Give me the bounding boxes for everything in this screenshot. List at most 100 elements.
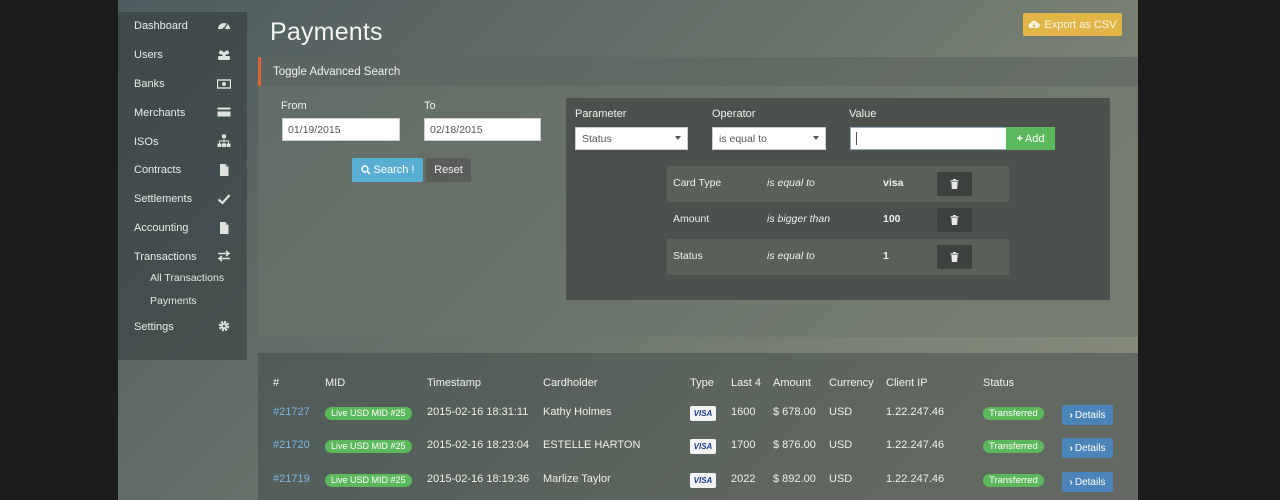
operator-select-value: is equal to [719,132,767,145]
sidebar-item-settlements[interactable]: Settlements [118,185,247,214]
chevron-right-icon: › [1069,476,1073,488]
column-header: Status [983,377,1015,389]
trash-icon [950,252,959,262]
payment-id-link[interactable]: #21719 [273,463,310,496]
table-row: #21720 Live USD MID #25 2015-02-16 18:23… [258,429,1138,462]
export-csv-button[interactable]: Export as CSV [1023,13,1122,36]
search-button[interactable]: Search ! [352,158,423,182]
currency-cell: USD [829,473,853,485]
sidebar-item-label: Merchants [134,106,186,119]
sidebar-item-contracts[interactable]: Contracts [118,156,247,185]
sidebar-item-dashboard[interactable]: Dashboard [118,12,247,41]
chevron-down-icon [675,136,681,140]
column-header: Last 4 [731,377,761,389]
export-csv-label: Export as CSV [1044,18,1117,31]
amount-cell: $ 678.00 [773,406,816,418]
gear-icon [218,320,230,332]
last4-cell: 1700 [731,439,756,451]
page-title: Payments [270,18,383,46]
criteria-row: Card Type is equal to visa [667,166,1009,202]
criteria-value: visa [883,177,904,189]
currency-cell: USD [829,406,853,418]
details-button-label: Details [1074,442,1106,454]
sidebar-item-label: Settlements [134,193,193,206]
sidebar-item-users[interactable]: Users [118,41,247,70]
value-label: Value [849,108,877,120]
parameter-select-value: Status [582,132,612,145]
operator-label: Operator [712,108,756,120]
criteria-field: Amount [673,213,710,225]
add-criteria-button[interactable]: + Add [1006,127,1055,150]
details-button[interactable]: › Details [1062,438,1113,458]
delete-criteria-button[interactable] [937,208,972,232]
advanced-search-box: Parameter Status Operator is equal to Va… [566,98,1110,300]
criteria-row: Amount is bigger than 100 [667,202,1009,238]
to-label: To [424,100,436,112]
column-header: Amount [773,377,811,389]
criteria-value: 1 [883,250,889,262]
delete-criteria-button[interactable] [937,245,972,269]
parameter-select[interactable]: Status [575,127,688,150]
table-row: #21719 Live USD MID #25 2015-02-16 18:19… [258,463,1138,496]
chevron-right-icon: › [1069,409,1073,421]
payments-table: # MID Timestamp Cardholder Type Last 4 A… [258,353,1138,500]
sidebar-item-banks[interactable]: Banks [118,70,247,99]
search-button-label: Search ! [373,164,415,176]
status-badge: Transferred [983,474,1044,487]
column-header: Currency [829,377,874,389]
money-icon [217,78,231,89]
criteria-operator: is equal to [767,177,815,189]
criteria-value: 100 [883,213,901,225]
chevron-down-icon [813,136,819,140]
visa-card-icon: VISA [690,406,716,421]
sidebar-item-label: Accounting [134,221,189,234]
sidebar-item-label: Contracts [134,164,182,177]
sidebar-item-isos[interactable]: ISOs [118,127,247,156]
plus-icon: + [1016,132,1023,145]
cardholder-cell: Marlize Taylor [543,473,611,485]
details-button[interactable]: › Details [1062,472,1113,492]
sidebar: Dashboard Users Banks Merchants ISOs Con… [118,12,247,360]
sidebar-item-merchants[interactable]: Merchants [118,98,247,127]
from-date-input[interactable]: 01/19/2015 [282,118,400,141]
text-cursor [856,132,857,145]
check-icon [217,194,231,205]
operator-select[interactable]: is equal to [712,127,826,150]
details-button-label: Details [1074,409,1106,421]
sidebar-item-label: Banks [134,77,165,90]
to-date-input[interactable]: 02/18/2015 [424,118,541,141]
details-button-label: Details [1074,476,1106,488]
value-input[interactable] [850,127,1007,150]
criteria-operator: is equal to [767,250,815,262]
users-icon [218,50,230,60]
amount-cell: $ 892.00 [773,473,816,485]
reset-button[interactable]: Reset [426,158,471,182]
dashboard-icon [218,23,230,31]
sidebar-item-settings[interactable]: Settings [118,312,247,341]
details-button[interactable]: › Details [1062,405,1113,425]
visa-card-icon: VISA [690,473,716,488]
payment-id-link[interactable]: #21727 [273,396,310,429]
trash-icon [950,215,959,225]
payment-id-link[interactable]: #21720 [273,429,310,462]
sidebar-item-label: Settings [134,320,174,333]
timestamp-cell: 2015-02-16 18:23:04 [427,439,530,451]
mid-badge: Live USD MID #25 [325,407,412,420]
column-header: Cardholder [543,377,598,389]
sidebar-subitem-payments[interactable]: Payments [118,290,247,313]
column-header: Client IP [886,377,928,389]
toggle-advanced-search[interactable]: Toggle Advanced Search [258,57,1138,86]
from-label: From [281,100,307,112]
app-window: Dashboard Users Banks Merchants ISOs Con… [118,0,1138,500]
column-header: Type [690,377,714,389]
search-panel: Toggle Advanced Search From 01/19/2015 T… [258,57,1138,337]
sidebar-item-accounting[interactable]: Accounting [118,214,247,243]
delete-criteria-button[interactable] [937,172,972,196]
client-ip-cell: 1.22.247.46 [886,439,945,451]
criteria-field: Card Type [673,177,722,189]
file-icon [220,163,229,176]
mid-badge: Live USD MID #25 [325,474,412,487]
column-header: Timestamp [427,377,481,389]
chevron-right-icon: › [1069,442,1073,454]
sidebar-item-transactions[interactable]: Transactions [118,242,247,271]
